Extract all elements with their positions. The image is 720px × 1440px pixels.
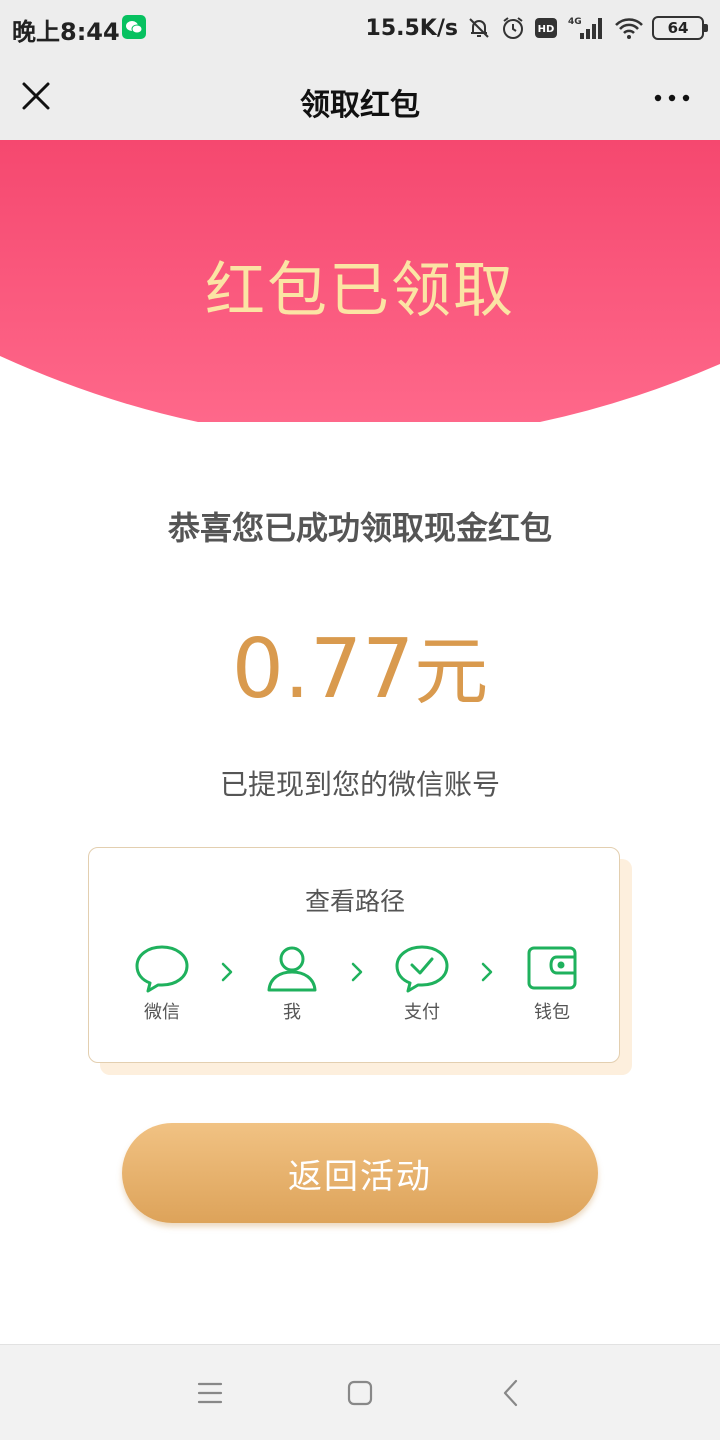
path-step-wallet: 钱包 — [507, 944, 597, 1024]
hd-badge-icon: HD — [535, 18, 557, 38]
network-speed: 15.5K/s — [365, 15, 458, 41]
system-nav-bar — [0, 1344, 720, 1440]
path-card-title: 查看路径 — [304, 887, 405, 916]
home-icon[interactable] — [340, 1375, 380, 1411]
person-icon — [267, 946, 317, 992]
chevron-right-icon — [221, 962, 233, 982]
alarm-clock-icon — [503, 17, 523, 39]
battery-indicator: 64 — [652, 16, 708, 40]
page-title: 领取红包 — [300, 88, 420, 123]
menu-icon[interactable] — [190, 1375, 230, 1411]
back-icon[interactable] — [492, 1375, 532, 1411]
path-card: 查看路径 微信 我 支付 钱包 — [88, 847, 620, 1063]
svg-text:4G: 4G — [568, 17, 582, 27]
more-menu-icon[interactable] — [652, 84, 692, 112]
title-bar: 领取红包 — [0, 56, 720, 140]
amount-number: 0.77 — [231, 622, 415, 717]
path-step-label: 微信 — [144, 1002, 180, 1023]
return-to-activity-button[interactable]: 返回活动 — [122, 1123, 598, 1223]
withdrawn-note: 已提现到您的微信账号 — [219, 768, 500, 801]
wifi-icon — [615, 18, 643, 39]
amount-value: 0.77元 — [0, 612, 720, 719]
chevron-right-icon — [351, 962, 363, 982]
path-step-me: 我 — [247, 944, 337, 1024]
svg-text:HD: HD — [538, 24, 555, 35]
path-step-label: 支付 — [404, 1002, 440, 1023]
chat-bubble-icon — [135, 945, 189, 993]
path-step-pay: 支付 — [377, 944, 467, 1024]
pay-check-icon — [395, 945, 449, 993]
cell-signal-icon: 4G — [568, 17, 602, 39]
mute-bell-icon — [469, 18, 489, 38]
status-bar: 晚上8:44 15.5K/s HD 4G 64 — [0, 0, 720, 56]
congrats-message: 恭喜您已成功领取现金红包 — [167, 509, 552, 547]
path-step-wechat: 微信 — [117, 944, 207, 1024]
red-packet-banner: 红包已领取 — [0, 140, 720, 422]
wechat-notification-icon — [122, 15, 146, 39]
banner-title: 红包已领取 — [205, 256, 515, 326]
amount-unit: 元 — [414, 629, 489, 715]
chevron-right-icon — [481, 962, 493, 982]
path-step-label: 我 — [283, 1002, 301, 1023]
path-step-label: 钱包 — [534, 1002, 570, 1023]
wallet-icon — [527, 946, 577, 990]
status-time: 晚上8:44 — [12, 18, 120, 46]
